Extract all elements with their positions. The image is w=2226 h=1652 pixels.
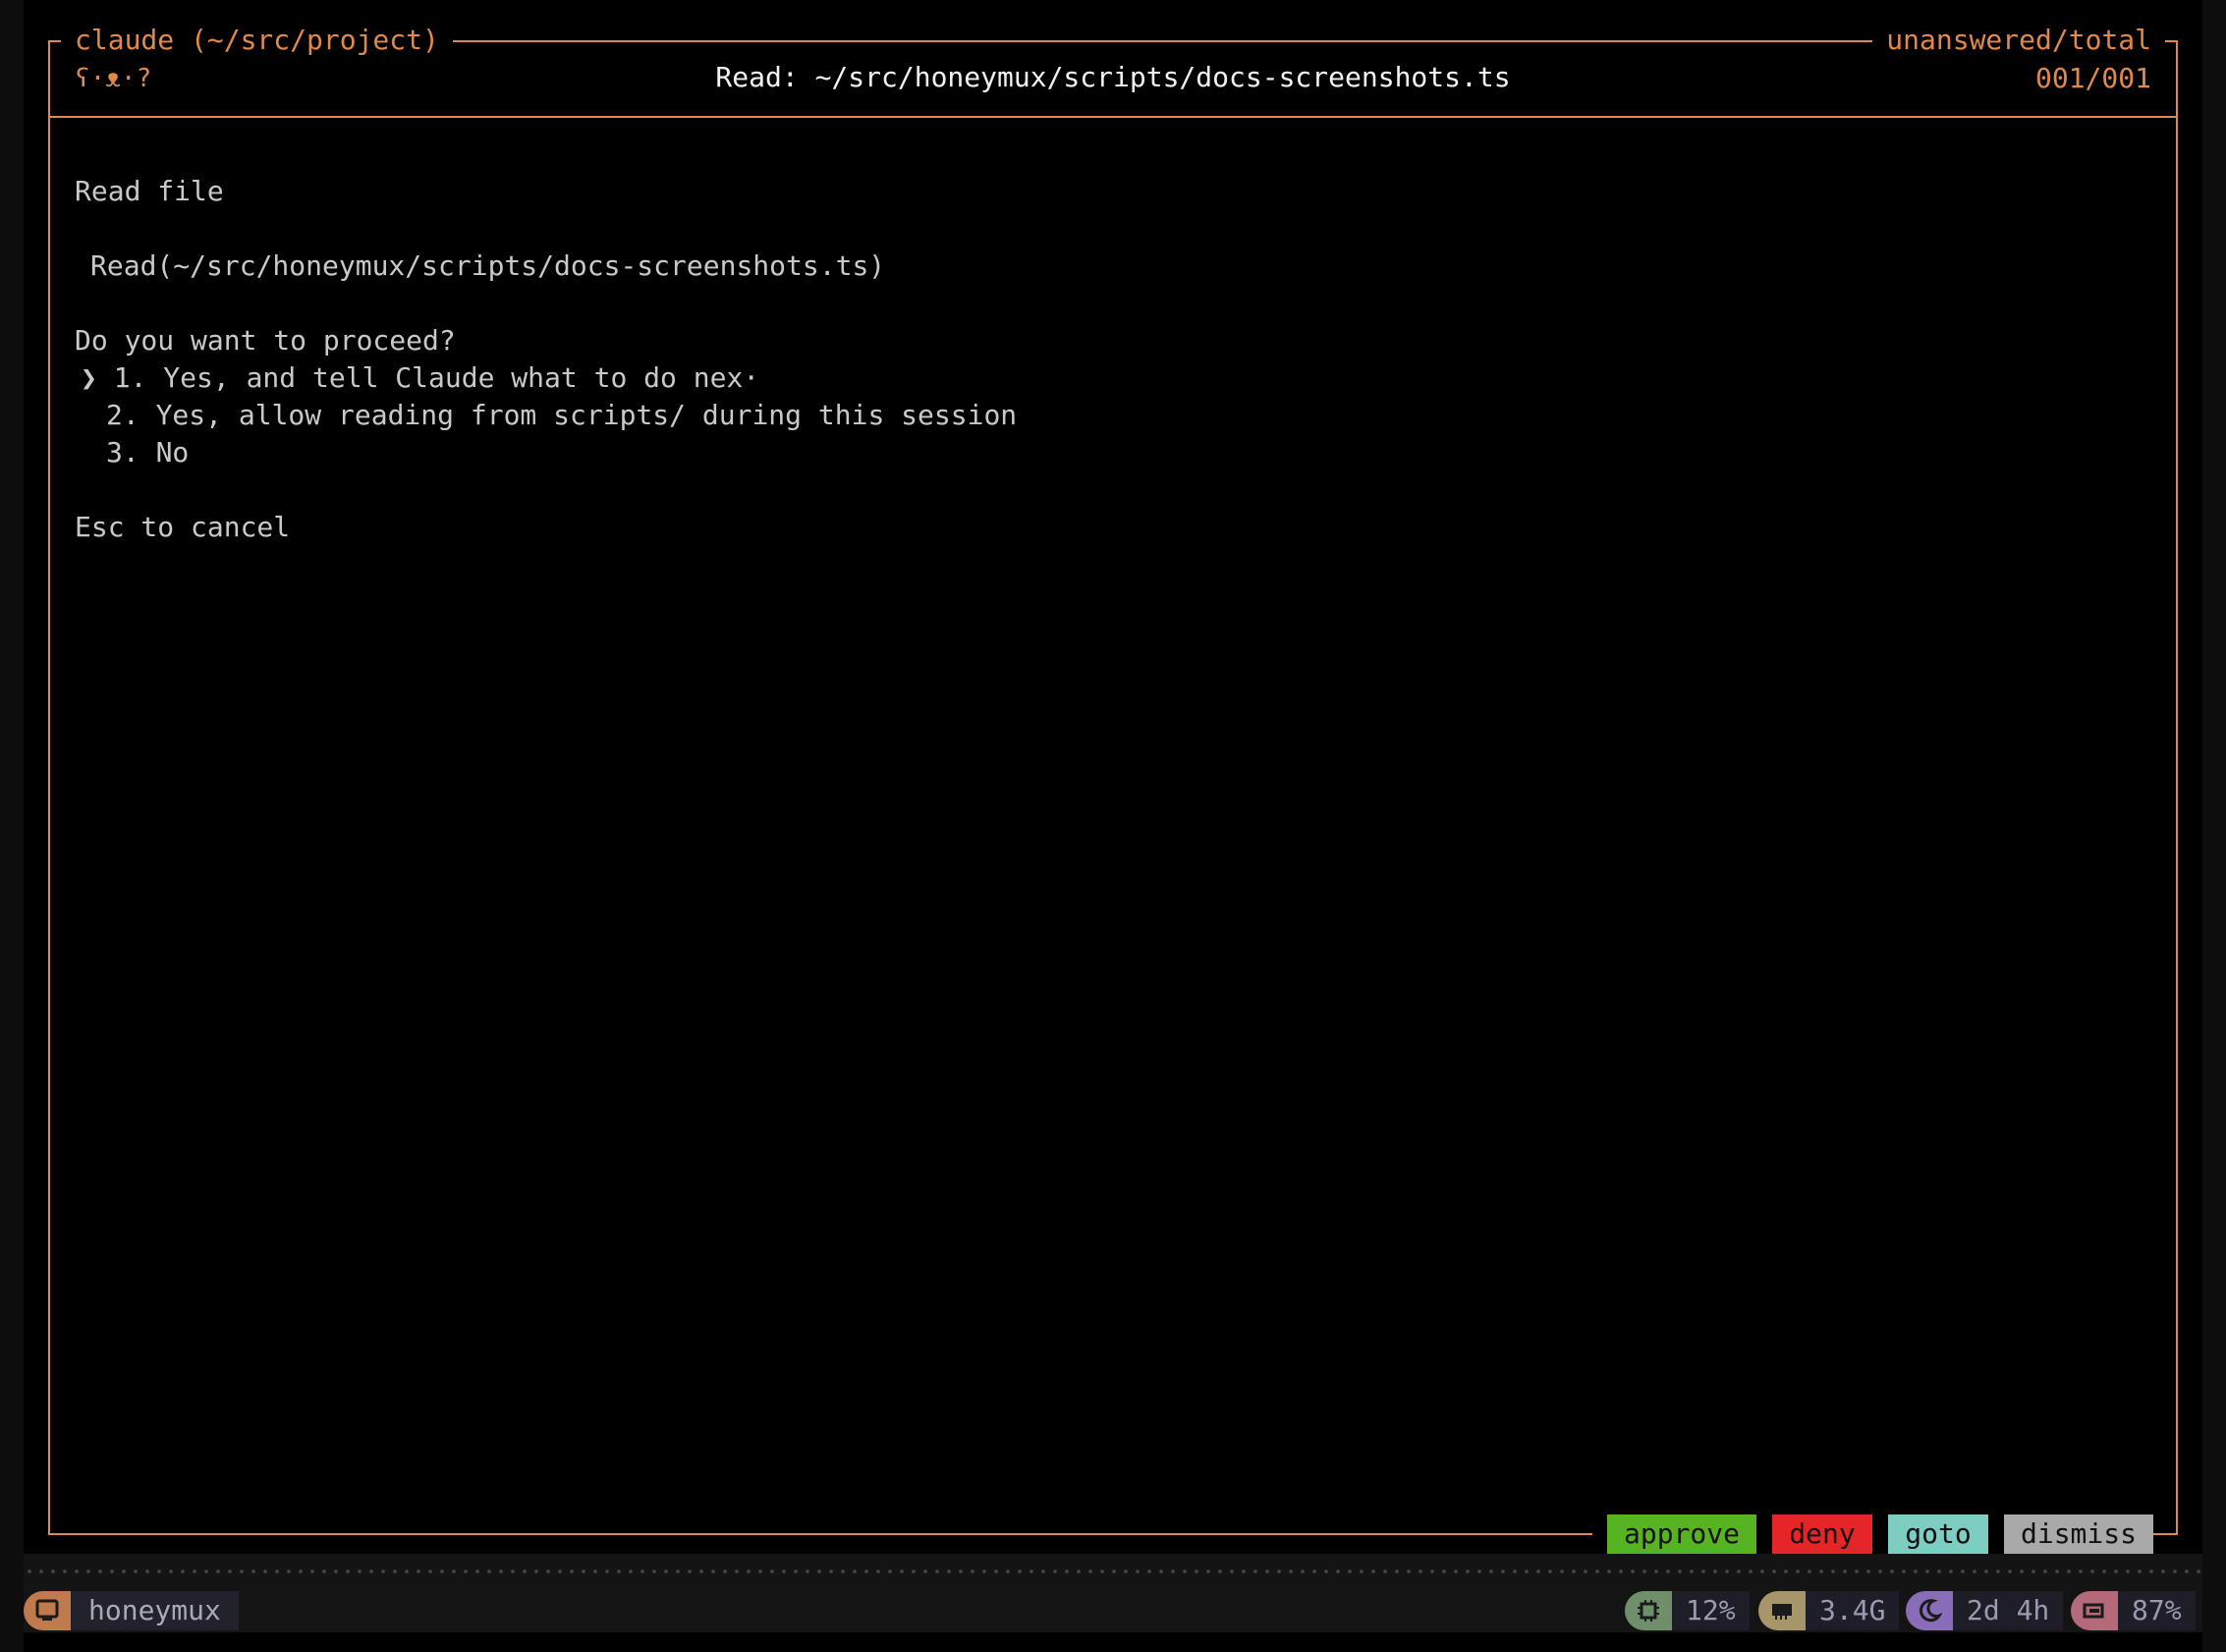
deny-button[interactable]: deny (1772, 1514, 1872, 1554)
tool-call: Read(~/src/honeymux/scripts/docs-screens… (90, 249, 886, 282)
cpu-usage: 12% (1672, 1591, 1750, 1630)
panel-border-bottom (48, 1533, 1592, 1535)
battery-icon (2071, 1591, 2118, 1630)
dotted-separator (24, 1554, 2202, 1589)
uptime: 2d 4h (1953, 1591, 2064, 1630)
option-no[interactable]: 3. No (106, 434, 189, 471)
session-name[interactable]: honeymux (71, 1591, 239, 1630)
option-allow-session[interactable]: 2. Yes, allow reading from scripts/ duri… (106, 397, 1017, 434)
queue-label: unanswered/total (1872, 23, 2165, 58)
battery-level: 87% (2118, 1591, 2196, 1630)
memory-usage: 3.4G (1806, 1591, 1900, 1630)
panel-border-bottom-right (2153, 1533, 2178, 1535)
memory-icon (1758, 1591, 1806, 1630)
queue-counter: 001/001 (2034, 62, 2151, 94)
prompt-question: Do you want to proceed? (75, 324, 456, 357)
cpu-icon (1625, 1591, 1672, 1630)
terminal-icon[interactable] (24, 1591, 71, 1630)
goto-button[interactable]: goto (1888, 1514, 1988, 1554)
approve-button[interactable]: approve (1607, 1514, 1756, 1554)
option-yes[interactable]: ❯ 1. Yes, and tell Claude what to do nex… (81, 359, 759, 397)
cancel-hint: Esc to cancel (75, 511, 291, 543)
dismiss-button[interactable]: dismiss (2004, 1514, 2153, 1554)
moon-icon (1906, 1591, 1953, 1630)
header-divider (48, 116, 2178, 118)
request-heading: Read file (75, 175, 224, 207)
request-path: Read: ~/src/honeymux/scripts/docs-screen… (715, 61, 1511, 93)
panel-title: claude (~/src/project) (61, 23, 453, 58)
